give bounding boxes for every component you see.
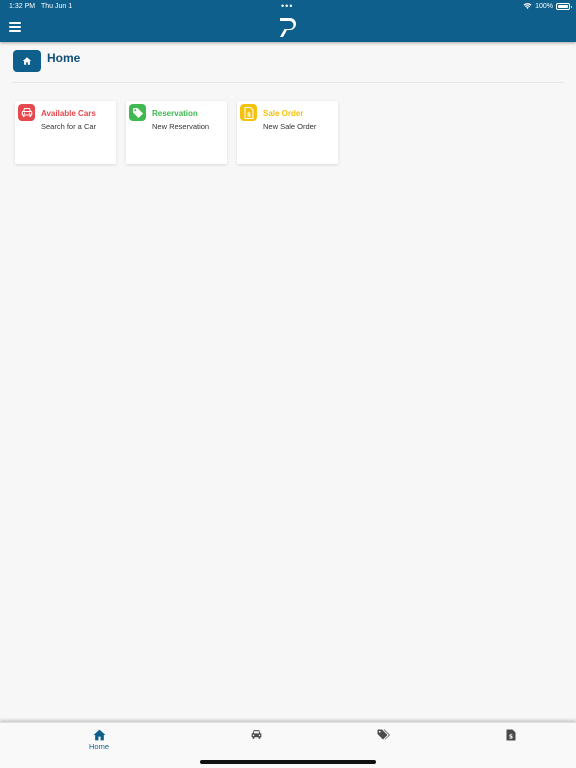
battery-fill xyxy=(558,4,568,8)
status-indicators: 100% xyxy=(523,2,572,10)
page-title: Home xyxy=(47,51,81,65)
home-icon xyxy=(93,729,105,741)
divider xyxy=(12,82,564,83)
reservation-card[interactable]: Reservation New Reservation xyxy=(126,101,227,164)
card-subtitle: Search for a Car xyxy=(41,122,97,131)
tab-sale-orders[interactable]: $ xyxy=(481,729,541,755)
dollar-document-icon: $ xyxy=(506,729,516,741)
tab-reservations[interactable] xyxy=(354,729,414,755)
card-title: Available Cars xyxy=(41,109,96,118)
card-title: Reservation xyxy=(152,109,198,118)
top-app-bar: 1:32 PM Thu Jun 1 ••• 100% xyxy=(0,0,576,42)
home-icon xyxy=(22,57,32,65)
card-icon-box: $ xyxy=(240,104,257,121)
wifi-icon xyxy=(523,3,532,9)
dollar-document-icon: $ xyxy=(244,106,253,119)
svg-text:$: $ xyxy=(246,111,250,118)
battery-icon xyxy=(556,2,572,10)
tags-icon xyxy=(377,729,390,740)
card-icon-box xyxy=(129,104,146,121)
tab-label: Home xyxy=(88,742,109,751)
tab-home[interactable]: Home xyxy=(69,729,129,755)
status-date: Thu Jun 1 xyxy=(41,3,73,10)
p-logo-icon xyxy=(280,18,296,37)
svg-text:$: $ xyxy=(509,734,513,741)
battery-percent: 100% xyxy=(535,2,553,10)
status-time: 1:32 PM xyxy=(9,3,36,10)
card-icon-box xyxy=(18,104,35,121)
sale-order-card[interactable]: $ Sale Order New Sale Order xyxy=(237,101,338,164)
tag-icon xyxy=(132,107,143,118)
available-cars-card[interactable]: Available Cars Search for a Car xyxy=(15,101,116,164)
car-icon xyxy=(251,730,261,739)
multitasking-dots-icon[interactable]: ••• xyxy=(281,0,293,12)
hamburger-menu-icon[interactable] xyxy=(9,22,21,32)
card-subtitle: New Reservation xyxy=(152,122,210,131)
home-badge[interactable] xyxy=(13,50,41,72)
tab-cars[interactable] xyxy=(226,729,286,755)
home-indicator[interactable] xyxy=(200,760,376,764)
card-title: Sale Order xyxy=(263,109,304,118)
car-icon xyxy=(21,107,32,117)
card-subtitle: New Sale Order xyxy=(263,122,317,131)
